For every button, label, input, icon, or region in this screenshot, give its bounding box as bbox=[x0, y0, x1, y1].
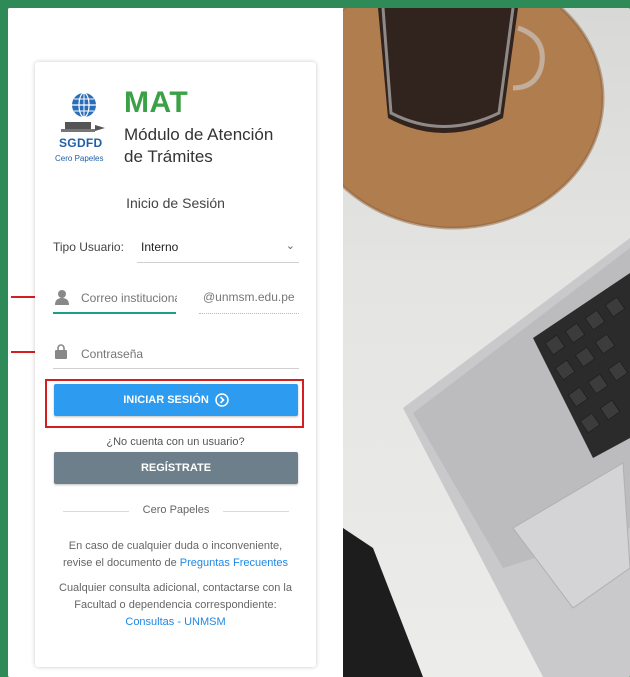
lock-icon bbox=[55, 344, 67, 359]
sgdfd-logo: SGDFD Cero Papeles bbox=[55, 84, 107, 164]
contact-line1: Cualquier consulta adicional, contactars… bbox=[59, 582, 292, 594]
email-input[interactable] bbox=[79, 282, 179, 314]
help-line2: revise el documento de Preguntas Frecuen… bbox=[43, 555, 308, 572]
globe-icon bbox=[71, 92, 97, 118]
password-underline bbox=[53, 368, 299, 369]
contact-text: Cualquier consulta adicional, contactars… bbox=[43, 580, 308, 631]
divider-line-right bbox=[223, 511, 289, 512]
email-row: @unmsm.edu.pe bbox=[53, 282, 299, 314]
help-text: En caso de cualquier duda o inconvenient… bbox=[43, 538, 308, 572]
divider: Cero Papeles bbox=[53, 504, 299, 518]
arrow-right-circle-icon bbox=[215, 393, 229, 407]
brand-cero-papeles: Cero Papeles bbox=[55, 154, 104, 163]
divider-text: Cero Papeles bbox=[142, 504, 210, 516]
contact-line2: Facultad o dependencia correspondiente: bbox=[74, 599, 277, 611]
app-name-line2: de Trámites bbox=[124, 147, 213, 166]
laptop-icon bbox=[61, 122, 105, 132]
user-type-row: Tipo Usuario: Interno ⌄ bbox=[53, 234, 299, 264]
register-button[interactable]: REGÍSTRATE bbox=[54, 452, 298, 484]
user-type-value: Interno bbox=[141, 240, 179, 254]
domain-underline bbox=[199, 313, 299, 314]
faq-link[interactable]: Preguntas Frecuentes bbox=[180, 557, 288, 569]
email-domain-suffix: @unmsm.edu.pe bbox=[203, 290, 295, 304]
login-title: Inicio de Sesión bbox=[126, 195, 225, 211]
app-frame: SGDFD Cero Papeles MAT Módulo de Atenció… bbox=[8, 8, 630, 677]
desk-photo-illustration bbox=[343, 8, 630, 677]
background-photo bbox=[343, 8, 630, 677]
help-line2-prefix: revise el documento de bbox=[62, 557, 180, 569]
user-type-label: Tipo Usuario: bbox=[53, 240, 124, 254]
brand-sgdfd: SGDFD bbox=[59, 136, 103, 150]
app-name-line1: Módulo de Atención bbox=[124, 125, 274, 144]
login-button-label: INICIAR SESIÓN bbox=[123, 394, 209, 406]
login-button[interactable]: INICIAR SESIÓN bbox=[54, 384, 298, 416]
chevron-down-icon: ⌄ bbox=[285, 240, 295, 252]
contact-link[interactable]: Consultas - UNMSM bbox=[125, 616, 225, 628]
help-line1: En caso de cualquier duda o inconvenient… bbox=[68, 540, 283, 552]
user-type-select[interactable]: Interno ⌄ bbox=[137, 234, 299, 263]
password-row bbox=[53, 338, 299, 370]
user-icon bbox=[55, 290, 69, 305]
login-pane: SGDFD Cero Papeles MAT Módulo de Atenció… bbox=[8, 8, 343, 677]
app-short-name: MAT bbox=[124, 86, 189, 119]
email-focus-underline bbox=[53, 312, 176, 314]
login-card: SGDFD Cero Papeles MAT Módulo de Atenció… bbox=[35, 62, 316, 667]
password-input[interactable] bbox=[79, 338, 293, 370]
no-account-text: ¿No cuenta con un usuario? bbox=[106, 436, 245, 448]
